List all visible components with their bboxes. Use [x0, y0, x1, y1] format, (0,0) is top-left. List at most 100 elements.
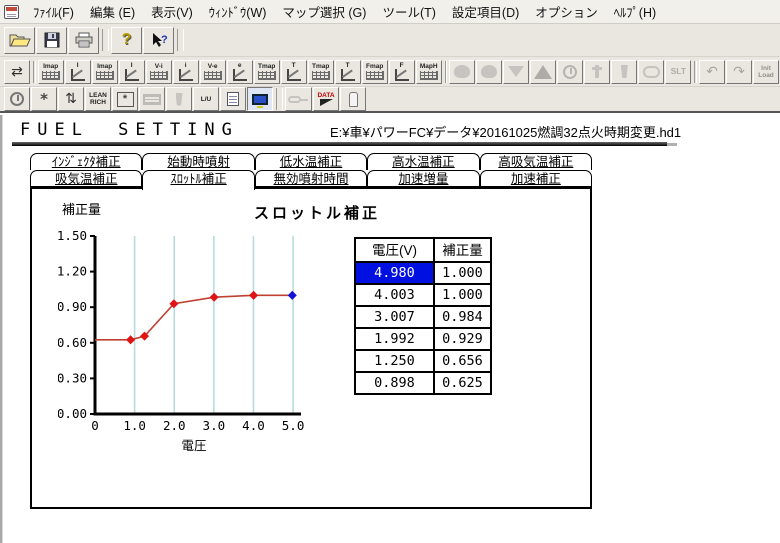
menu-item-2[interactable]: 編集 (E) [82, 0, 143, 24]
fmap-3d-button[interactable]: F [389, 60, 415, 84]
maph-button[interactable]: MapH [416, 60, 442, 84]
fan-box-button[interactable]: * [112, 87, 138, 111]
tab-加速増量[interactable]: 加速増量 [367, 170, 479, 187]
imap2-3d-button[interactable]: I [119, 60, 145, 84]
table-cell[interactable]: 0.656 [434, 350, 491, 372]
table-cell[interactable]: 1.992 [355, 328, 434, 350]
v-i-3d-button[interactable]: i [173, 60, 199, 84]
tmap2-button[interactable]: Tmap [308, 60, 334, 84]
menu-item-4[interactable]: ｳｨﾝﾄﾞｳ(W) [201, 0, 275, 24]
table-cell[interactable]: 0.929 [434, 328, 491, 350]
imap-3d-button[interactable]: I [65, 60, 91, 84]
boost-button[interactable] [503, 60, 529, 84]
y-tick-label: 0.30 [58, 370, 87, 385]
y-tick-label: 1.20 [58, 264, 87, 279]
save-button[interactable] [36, 27, 67, 54]
edit-doc-button[interactable] [220, 87, 246, 111]
menu-item-7[interactable]: 設定項目(D) [444, 0, 527, 24]
fan-button[interactable]: * [31, 87, 57, 111]
tab-低水温補正[interactable]: 低水温補正 [255, 153, 367, 170]
menu-item-5[interactable]: マップ選択 (G) [274, 0, 374, 24]
menu-item-9[interactable]: ﾍﾙﾌﾟ(H) [606, 0, 664, 24]
table-cell[interactable]: 0.984 [434, 306, 491, 328]
table-cell[interactable]: 1.250 [355, 350, 434, 372]
data-point[interactable] [249, 291, 258, 300]
engine-see-button[interactable] [449, 60, 475, 84]
table-cell[interactable]: 1.000 [434, 284, 491, 306]
table-row: 1.9920.929 [355, 328, 491, 350]
injector2-button[interactable] [166, 87, 192, 111]
throttle-correction-panel: 補正量 スロットル補正 0.000.300.600.901.201.5001.0… [30, 187, 592, 509]
kat-button[interactable] [638, 60, 664, 84]
print-button[interactable] [68, 27, 99, 54]
dial-button[interactable] [557, 60, 583, 84]
toolbar-separator [445, 61, 448, 83]
lighter-button[interactable] [340, 87, 366, 111]
table-cell[interactable]: 0.898 [355, 372, 434, 394]
fc-edit-window: ﾌｧｲﾙ(F)編集 (E)表示(V)ｳｨﾝﾄﾞｳ(W)マップ選択 (G)ツール(… [0, 0, 780, 543]
tab-加速補正[interactable]: 加速補正 [480, 170, 592, 187]
key-button[interactable] [285, 87, 312, 111]
tab-ｲﾝｼﾞｪｸﾀ補正[interactable]: ｲﾝｼﾞｪｸﾀ補正 [30, 153, 142, 170]
plug-button[interactable] [584, 60, 610, 84]
table-cell[interactable]: 4.003 [355, 284, 434, 306]
table-cell[interactable]: 1.000 [434, 262, 491, 284]
table-cell-selected[interactable]: 4.980 [355, 262, 434, 284]
menu-item-1[interactable]: ﾌｧｲﾙ(F) [25, 0, 82, 24]
tmap-button[interactable]: Tmap [254, 60, 280, 84]
v-e-map-button[interactable]: V-e [200, 60, 226, 84]
imap2-icon [96, 71, 114, 80]
undo-button[interactable]: ↶ [699, 60, 725, 84]
open-file-button[interactable] [4, 27, 35, 54]
tmap-3d-icon [287, 69, 301, 81]
menu-item-8[interactable]: オプション [527, 0, 606, 24]
monitor-button[interactable] [247, 87, 273, 111]
init-load-button[interactable]: Init Load [753, 60, 779, 84]
context-help-button[interactable]: ? [143, 27, 174, 54]
tab-label: 加速増量 [398, 172, 448, 186]
redo-button[interactable]: ↷ [726, 60, 752, 84]
tmap2-3d-button[interactable]: T [335, 60, 361, 84]
trace-follow-button[interactable]: ⇄ [4, 60, 30, 84]
imap-3d-icon [71, 69, 85, 81]
data-point-selected[interactable] [288, 291, 297, 300]
v-e-3d-button[interactable]: e [227, 60, 253, 84]
injector-button[interactable] [611, 60, 637, 84]
table-cell[interactable]: 0.625 [434, 372, 491, 394]
lockup-button[interactable]: L/U [193, 87, 219, 111]
data-point[interactable] [210, 293, 219, 302]
table-row: 4.9801.000 [355, 262, 491, 284]
engine-set-button[interactable] [476, 60, 502, 84]
tab-ｽﾛｯﾄﾙ補正-selected[interactable]: ｽﾛｯﾄﾙ補正 [142, 170, 254, 190]
throttle-correction-chart[interactable]: 0.000.300.600.901.201.5001.02.03.04.05.0… [58, 211, 368, 461]
x-tick-label: 2.0 [163, 418, 186, 433]
data-point[interactable] [126, 335, 135, 344]
window-system-menu-icon[interactable] [4, 5, 19, 19]
imap2-button[interactable]: Imap [92, 60, 118, 84]
data-log-button[interactable]: DATA [313, 87, 339, 111]
help-button[interactable]: ? [111, 27, 142, 54]
v-i-map-button[interactable]: V-i [146, 60, 172, 84]
tab-始動時噴射[interactable]: 始動時噴射 [142, 153, 254, 170]
table-cell[interactable]: 3.007 [355, 306, 434, 328]
tab-高吸気温補正[interactable]: 高吸気温補正 [480, 153, 592, 170]
tab-吸気温補正[interactable]: 吸気温補正 [30, 170, 142, 187]
lighter-icon [349, 92, 358, 107]
map-window-button[interactable] [139, 87, 165, 111]
table-header-cell: 電圧(V) [355, 238, 434, 262]
mountain-button[interactable] [530, 60, 556, 84]
meter-button[interactable] [4, 87, 30, 111]
menu-item-3[interactable]: 表示(V) [143, 0, 201, 24]
tab-無効噴射時間[interactable]: 無効噴射時間 [255, 170, 367, 187]
cycle-arrows-button[interactable]: ⇅ [58, 87, 84, 111]
imap-button[interactable]: Imap [38, 60, 64, 84]
open-folder-icon [9, 32, 31, 48]
table-row: 3.0070.984 [355, 306, 491, 328]
tab-高水温補正[interactable]: 高水温補正 [367, 153, 479, 170]
slt-button[interactable]: SLT [665, 60, 691, 84]
tmap-3d-button[interactable]: T [281, 60, 307, 84]
menu-item-6[interactable]: ツール(T) [374, 0, 443, 24]
fmap-button[interactable]: Fmap [362, 60, 388, 84]
lean-rich-button[interactable]: LEAN RICH [85, 87, 111, 111]
x-tick-label: 5.0 [282, 418, 305, 433]
